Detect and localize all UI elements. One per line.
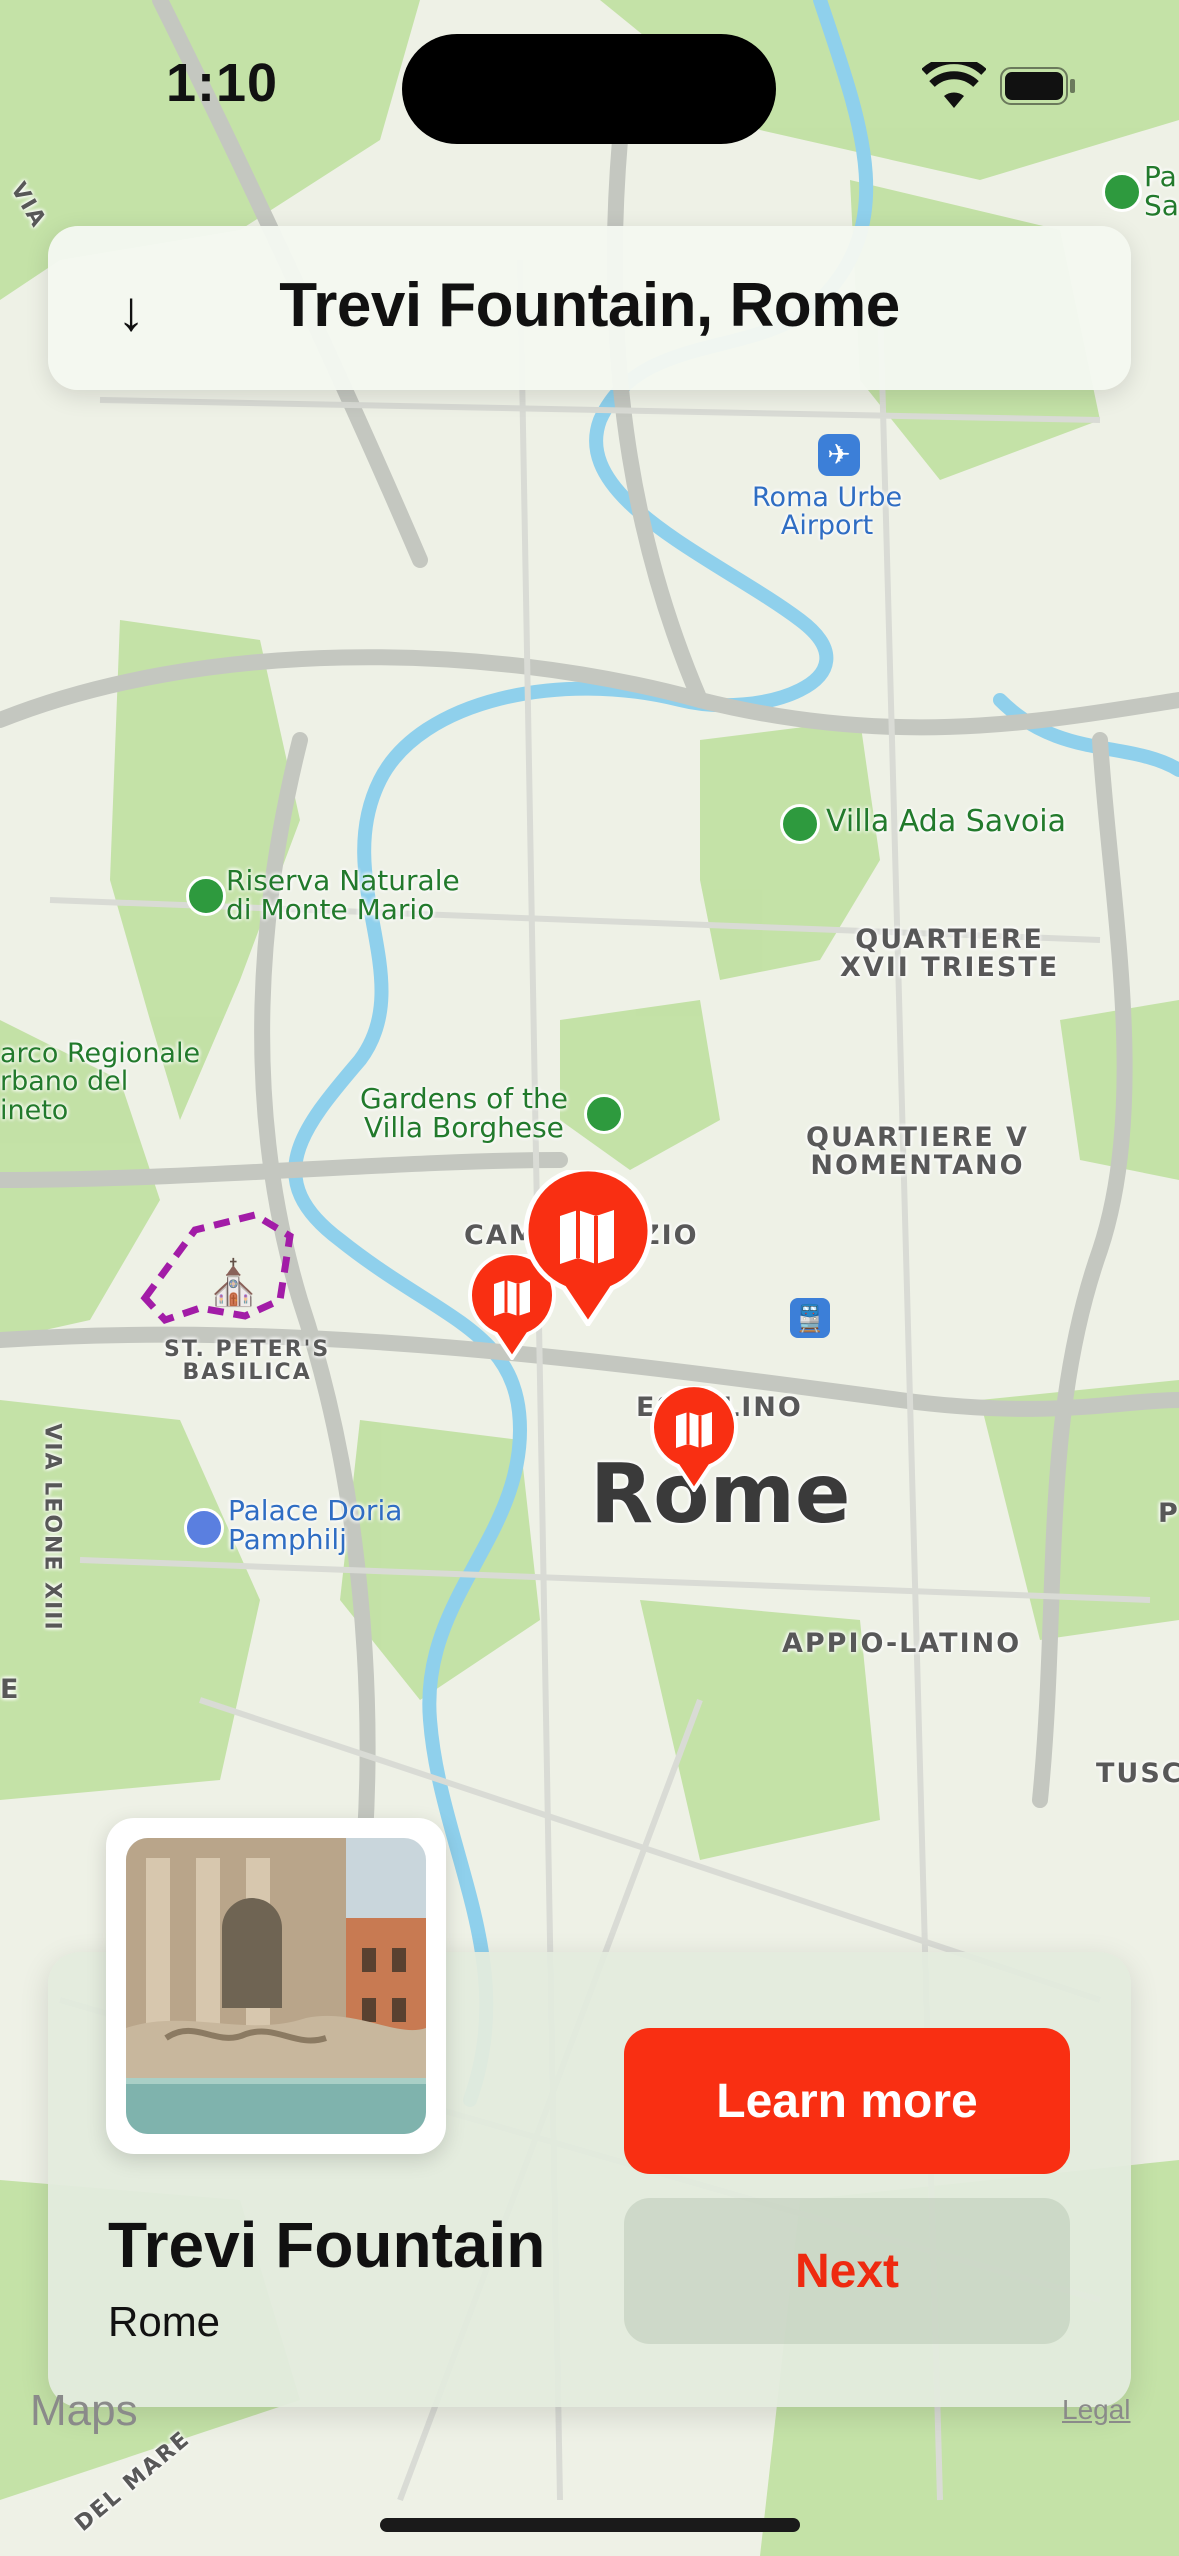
card-subtitle: Rome	[108, 2298, 221, 2345]
card-title: Trevi Fountain	[108, 2209, 546, 2281]
maps-logo-text: Maps	[30, 2386, 138, 2435]
map-label-airport[interactable]: Roma Urbe Airport	[752, 483, 902, 541]
home-indicator[interactable]	[380, 2518, 800, 2532]
next-button[interactable]: Next	[624, 2198, 1070, 2344]
wifi-icon	[922, 62, 986, 108]
map-label-parco[interactable]: arco Regionale rbano del ineto	[0, 1039, 200, 1125]
basilica-icon[interactable]: ⛪	[206, 1258, 261, 1310]
map-label-tusco: TUSCO	[1096, 1758, 1179, 1789]
park-icon[interactable]	[186, 876, 226, 916]
map-label-palace[interactable]: Palace Doria Pamphilj	[228, 1496, 402, 1555]
map-pin-selected[interactable]	[520, 1170, 656, 1326]
map-label-appio: APPIO-LATINO	[782, 1628, 1022, 1659]
map-label-villa-ada[interactable]: Villa Ada Savoia	[826, 806, 1066, 838]
location-photo	[106, 1818, 446, 2154]
dynamic-island	[402, 34, 776, 144]
map-label-edge-p: P	[1158, 1498, 1179, 1529]
map-label-st-peters[interactable]: ST. PETER'S BASILICA	[164, 1338, 330, 1384]
map-label-top-right[interactable]: Pa Sa	[1144, 162, 1179, 221]
park-icon[interactable]	[1102, 172, 1142, 212]
park-icon[interactable]	[780, 804, 820, 844]
map-label-quartiere-v: QUARTIERE V NOMENTANO	[806, 1122, 1029, 1182]
learn-more-button[interactable]: Learn more	[624, 2028, 1070, 2174]
train-icon[interactable]: 🚆	[790, 1298, 830, 1338]
museum-icon[interactable]	[184, 1508, 224, 1548]
status-time: 1:10	[166, 53, 279, 113]
legal-link[interactable]: Legal	[1062, 2394, 1131, 2426]
map-label-edge-e: E	[0, 1674, 21, 1705]
airport-icon[interactable]: ✈	[818, 434, 860, 476]
location-title: Trevi Fountain, Rome	[279, 271, 900, 340]
battery-icon	[1000, 67, 1075, 105]
garden-icon[interactable]	[584, 1094, 624, 1134]
status-bar: 1:10	[0, 0, 1179, 170]
trevi-fountain-image	[126, 1838, 426, 2134]
maps-logo: Maps	[30, 2386, 138, 2436]
map-pin-small-right[interactable]	[648, 1386, 740, 1492]
location-header[interactable]: ↓ Trevi Fountain, Rome	[48, 226, 1131, 390]
map-label-via-leone: VIA LEONE XIII	[39, 1423, 65, 1632]
map-label-gardens[interactable]: Gardens of the Villa Borghese	[360, 1084, 568, 1143]
map-label-riserva[interactable]: Riserva Naturale di Monte Mario	[226, 866, 460, 925]
map-label-quartiere-xvii: QUARTIERE XVII TRIESTE	[840, 924, 1060, 984]
